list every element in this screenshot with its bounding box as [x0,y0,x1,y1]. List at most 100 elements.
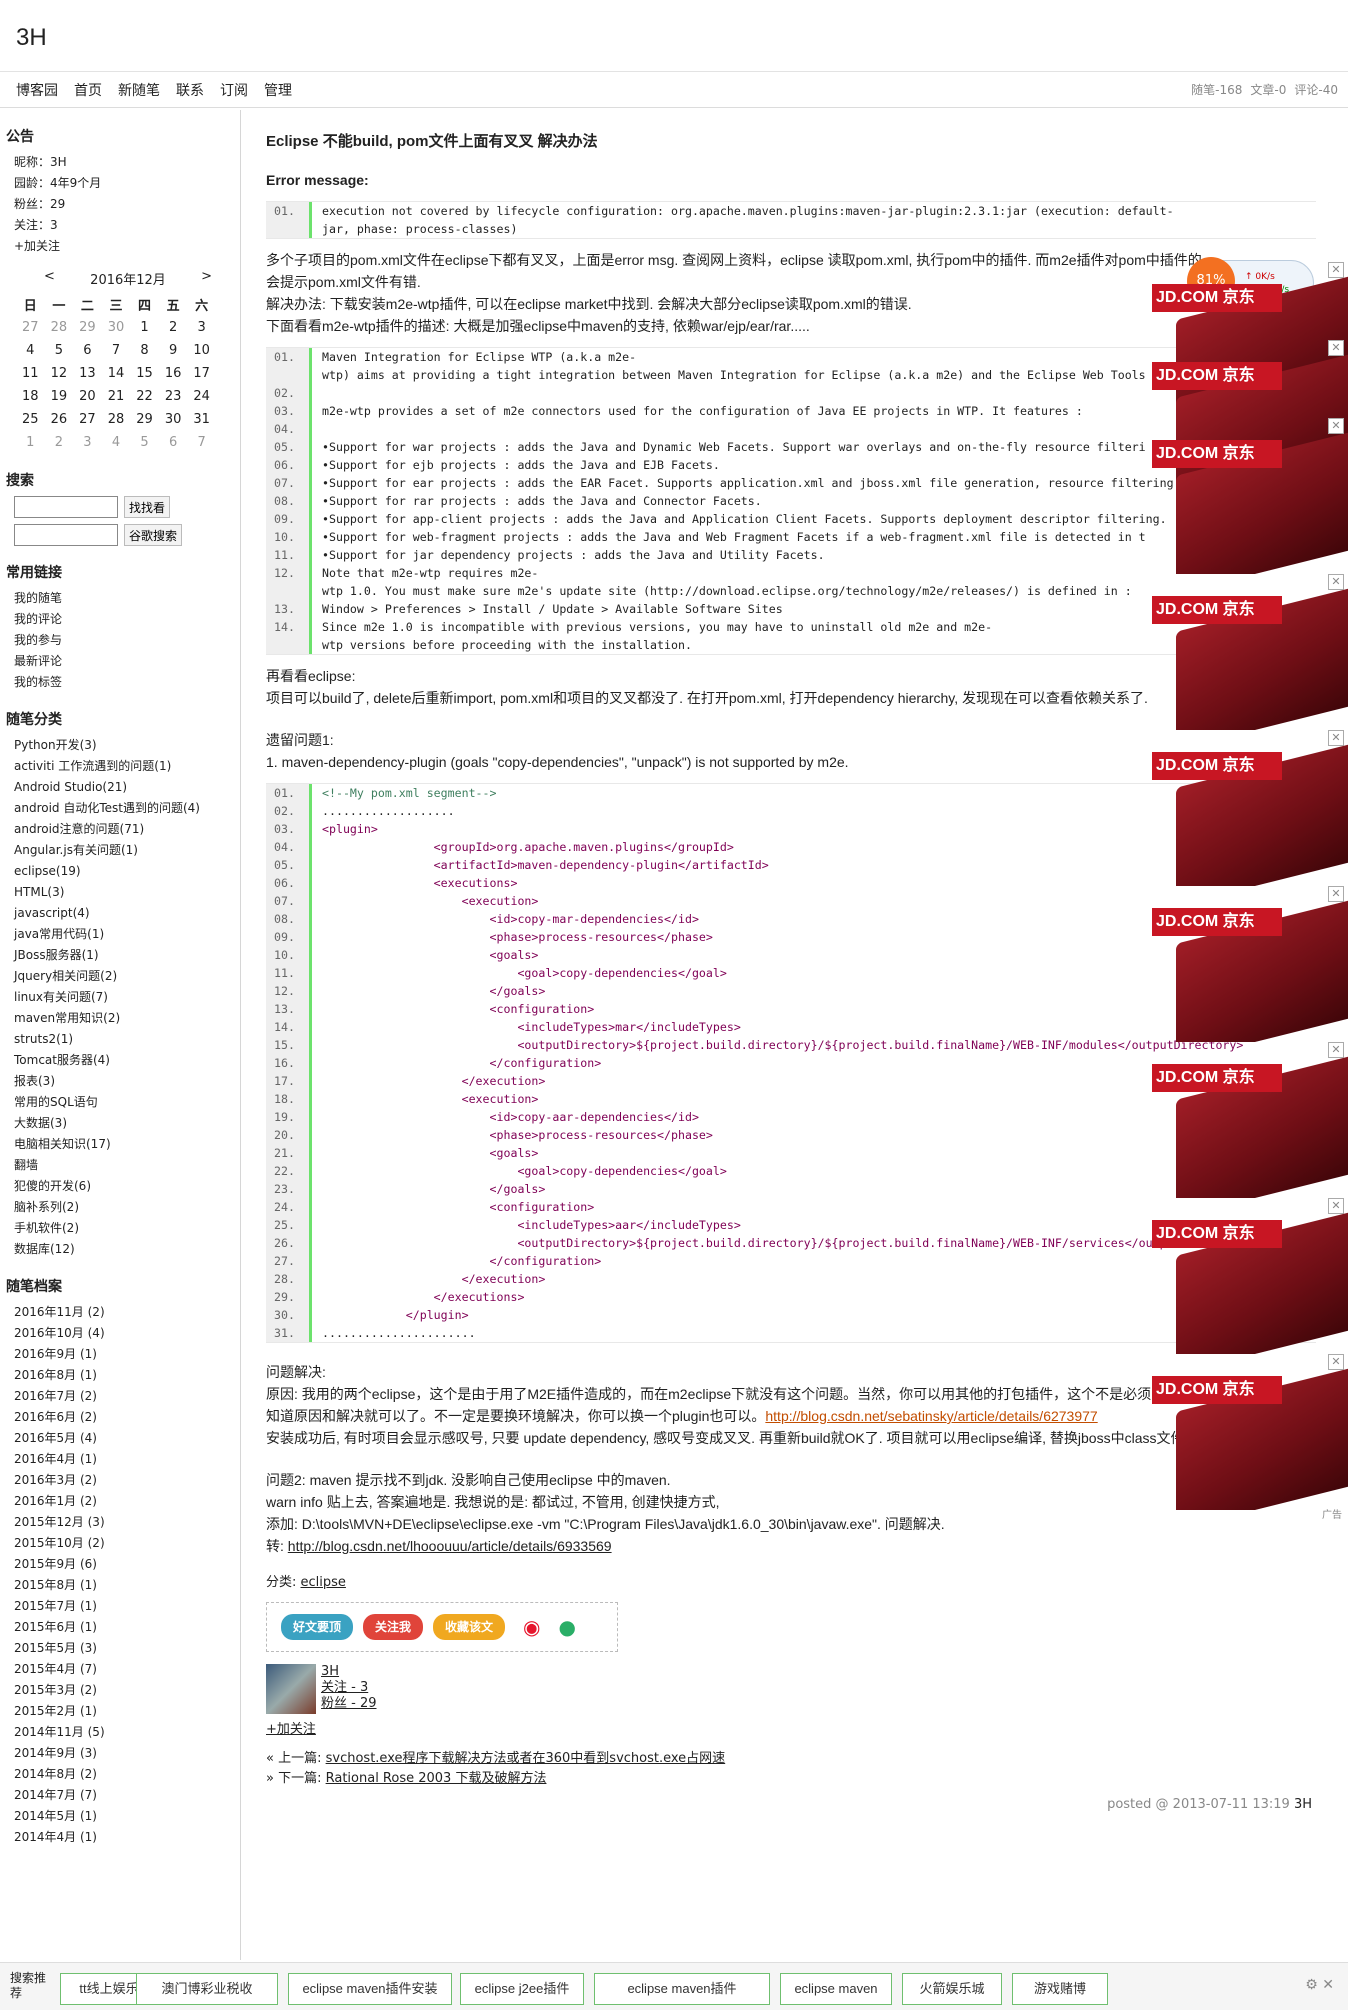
calendar-day[interactable]: 12 [45,362,74,385]
reference-link[interactable]: http://blog.csdn.net/lhooouuu/article/de… [288,1538,612,1554]
jd-ad-banner[interactable]: ✕ JD.COM 京东 [1152,1198,1348,1354]
calendar-day[interactable]: 11 [16,362,45,385]
category-link[interactable]: 大数据(3) [14,1116,67,1130]
nav-cnblogs[interactable]: 博客园 [0,72,66,108]
calendar-day[interactable]: 20 [73,385,102,408]
category-link[interactable]: java常用代码(1) [14,927,104,941]
recommend-button[interactable]: 好文要顶 [281,1614,354,1640]
calendar-day[interactable]: 24 [187,385,216,408]
archive-link[interactable]: 2015年10月 (2) [14,1536,105,1550]
jd-ad-banner[interactable]: ✕ JD.COM 京东 [1152,574,1348,730]
archive-link[interactable]: 2014年11月 (5) [14,1725,105,1739]
calendar-day[interactable]: 28 [45,316,74,339]
calendar-day[interactable]: 5 [45,339,74,362]
calendar-day[interactable]: 30 [102,316,131,339]
calendar-day[interactable]: 26 [45,408,74,431]
archive-link[interactable]: 2016年11月 (2) [14,1305,105,1319]
category-link[interactable]: android 自动化Test遇到的问题(4) [14,801,200,815]
calendar-day[interactable]: 27 [73,408,102,431]
category-link[interactable]: 报表(3) [14,1074,55,1088]
category-link[interactable]: 电脑相关知识(17) [14,1137,111,1151]
close-icon[interactable]: ✕ [1322,1977,1334,1993]
search-tag[interactable]: eclipse j2ee插件 [460,1973,584,2005]
wechat-icon[interactable]: ● [559,1615,576,1639]
ad-close-icon[interactable]: ✕ [1328,340,1344,356]
calendar-day[interactable]: 22 [130,385,159,408]
calendar-day[interactable]: 6 [73,339,102,362]
search-input[interactable] [14,496,118,518]
sidebar-link[interactable]: 最新评论 [14,654,62,668]
favorite-button[interactable]: 收藏该文 [433,1614,506,1640]
archive-link[interactable]: 2014年7月 (7) [14,1788,97,1802]
calendar-prev-button[interactable]: < [44,269,55,288]
calendar-day[interactable]: 28 [102,408,131,431]
jd-ad-banner[interactable]: ✕ JD.COM 京东 [1152,886,1348,1042]
calendar-day[interactable]: 10 [187,339,216,362]
calendar-day[interactable]: 13 [73,362,102,385]
calendar-day[interactable]: 29 [73,316,102,339]
calendar-day[interactable]: 15 [130,362,159,385]
jd-ad-banner[interactable]: ✕ JD.COM 京东 [1152,730,1348,886]
category-link[interactable]: struts2(1) [14,1032,73,1046]
calendar-day[interactable]: 21 [102,385,131,408]
ad-close-icon[interactable]: ✕ [1328,1354,1344,1370]
archive-link[interactable]: 2015年2月 (1) [14,1704,97,1718]
calendar-day[interactable]: 14 [102,362,131,385]
archive-link[interactable]: 2015年12月 (3) [14,1515,105,1529]
archive-link[interactable]: 2016年10月 (4) [14,1326,105,1340]
nav-new-post[interactable]: 新随笔 [110,72,168,108]
category-link[interactable]: 常用的SQL语句 [14,1095,98,1109]
calendar-day[interactable]: 18 [16,385,45,408]
archive-link[interactable]: 2016年6月 (2) [14,1410,97,1424]
search-tag[interactable]: eclipse maven [780,1973,892,2005]
follow-button[interactable]: 关注我 [363,1614,424,1640]
search-tag[interactable]: eclipse maven插件 [594,1973,770,2005]
nav-home[interactable]: 首页 [66,72,110,108]
nav-subscribe[interactable]: 订阅 [212,72,256,108]
ad-close-icon[interactable]: ✕ [1328,1198,1344,1214]
category-link[interactable]: eclipse [301,1575,346,1590]
calendar-day[interactable]: 3 [187,316,216,339]
archive-link[interactable]: 2014年8月 (2) [14,1767,97,1781]
category-link[interactable]: Angular.js有关问题(1) [14,843,138,857]
calendar-day[interactable]: 4 [102,431,131,454]
calendar-day[interactable]: 7 [102,339,131,362]
settings-icon[interactable]: ⚙ [1305,1977,1318,1993]
search-tag[interactable]: 澳门博彩业税收 [136,1973,278,2005]
archive-link[interactable]: 2015年9月 (6) [14,1557,97,1571]
category-link[interactable]: Tomcat服务器(4) [14,1053,110,1067]
category-link[interactable]: maven常用知识(2) [14,1011,120,1025]
category-link[interactable]: Jquery相关问题(2) [14,969,117,983]
archive-link[interactable]: 2015年4月 (7) [14,1662,97,1676]
archive-link[interactable]: 2014年9月 (3) [14,1746,97,1760]
category-link[interactable]: 翻墙 [14,1158,38,1172]
archive-link[interactable]: 2016年4月 (1) [14,1452,97,1466]
posted-author[interactable]: 3H [1294,1797,1312,1812]
jd-ad-banner[interactable]: ✕ JD.COM 京东 [1152,1042,1348,1198]
archive-link[interactable]: 2015年8月 (1) [14,1578,97,1592]
archive-link[interactable]: 2015年3月 (2) [14,1683,97,1697]
category-link[interactable]: Python开发(3) [14,738,97,752]
nav-contact[interactable]: 联系 [168,72,212,108]
archive-link[interactable]: 2014年5月 (1) [14,1809,97,1823]
calendar-day[interactable]: 31 [187,408,216,431]
calendar-day[interactable]: 9 [159,339,188,362]
weibo-icon[interactable]: ◉ [523,1615,540,1639]
category-link[interactable]: 手机软件(2) [14,1221,79,1235]
search-tag[interactable]: eclipse maven插件安装 [288,1973,452,2005]
category-link[interactable]: 数据库(12) [14,1242,75,1256]
ad-close-icon[interactable]: ✕ [1328,418,1344,434]
google-search-button[interactable]: 谷歌搜索 [124,524,183,546]
search-tag[interactable]: 火箭娱乐城 [902,1973,1002,2005]
archive-link[interactable]: 2014年4月 (1) [14,1830,97,1844]
ad-close-icon[interactable]: ✕ [1328,730,1344,746]
post-title[interactable]: Eclipse 不能build, pom文件上面有叉叉 解决办法 [266,130,1316,151]
category-link[interactable]: android注意的问题(71) [14,822,144,836]
ad-close-icon[interactable]: ✕ [1328,262,1344,278]
calendar-day[interactable]: 8 [130,339,159,362]
calendar-day[interactable]: 7 [187,431,216,454]
category-link[interactable]: 脑补系列(2) [14,1200,79,1214]
calendar-day[interactable]: 25 [16,408,45,431]
blog-title[interactable]: 3H [16,24,47,52]
calendar-day[interactable]: 19 [45,385,74,408]
